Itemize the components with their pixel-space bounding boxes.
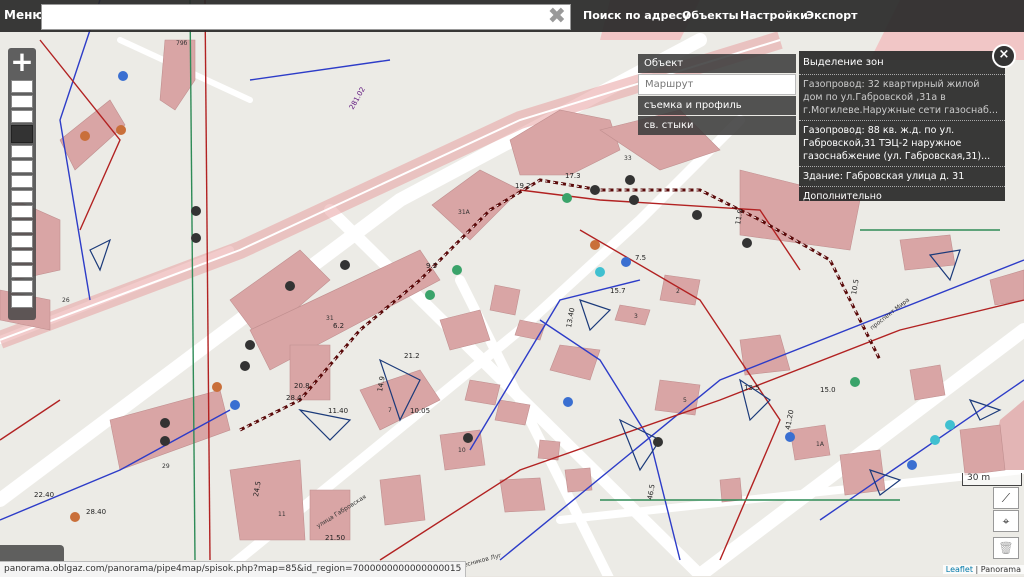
svg-text:15.0: 15.0 [820, 386, 836, 394]
info-more-link[interactable]: Дополнительно [799, 187, 1005, 206]
nav-settings[interactable]: Настройки [740, 9, 808, 22]
menu-button[interactable]: Меню [4, 8, 44, 22]
status-url: panorama.oblgaz.com/panorama/pipe4map/sp… [0, 561, 467, 577]
scale-bar: 30 m [962, 473, 1022, 486]
attribution-separator: | [973, 565, 981, 574]
zoom-level-step[interactable] [11, 250, 33, 263]
svg-text:6.2: 6.2 [333, 322, 344, 330]
location-pin-icon[interactable]: ⌖ [993, 510, 1019, 532]
layer-object[interactable]: Объект [638, 54, 796, 73]
layer-route[interactable]: Маршрут [638, 74, 796, 95]
zoom-in-icon[interactable]: + [8, 48, 36, 76]
zoom-level-step[interactable] [11, 110, 33, 123]
svg-text:31: 31 [326, 315, 334, 322]
layer-toggle-button[interactable] [0, 545, 64, 561]
nav-address-search[interactable]: Поиск по адресу [583, 9, 690, 22]
nav-export[interactable]: Экспорт [806, 9, 857, 22]
zoom-level-step[interactable] [11, 280, 33, 293]
nav-objects[interactable]: Объекты [682, 9, 739, 22]
svg-text:5: 5 [683, 397, 687, 404]
svg-text:19.2: 19.2 [515, 182, 531, 190]
clear-search-icon[interactable]: ✖ [548, 5, 566, 29]
svg-text:11: 11 [278, 511, 286, 518]
info-panel-title: Выделение зон [799, 51, 1005, 75]
svg-text:79б: 79б [176, 40, 188, 47]
svg-text:10.05: 10.05 [410, 407, 430, 415]
top-toolbar: Меню ✖ Поиск по адресу Объекты Настройки… [0, 0, 1024, 32]
svg-text:9.3: 9.3 [426, 262, 437, 270]
zoom-level-step[interactable] [11, 95, 33, 108]
svg-text:29: 29 [162, 463, 170, 470]
svg-text:22.40: 22.40 [34, 491, 54, 499]
svg-text:26: 26 [62, 297, 70, 304]
zoom-level-step[interactable] [11, 265, 33, 278]
svg-text:10: 10 [458, 447, 466, 454]
trash-icon[interactable]: 🗑 [993, 537, 1019, 559]
zoom-level-step[interactable] [11, 205, 33, 218]
info-item-gaspipe-1[interactable]: Газопровод: 32 квартирный жилой дом по у… [799, 75, 1005, 121]
info-panel: Выделение зон Газопровод: 32 квартирный … [799, 51, 1005, 202]
svg-text:1А: 1А [816, 441, 825, 448]
layer-survey-profile[interactable]: съемка и профиль [638, 96, 796, 115]
svg-text:33: 33 [624, 155, 632, 162]
svg-text:17.3: 17.3 [565, 172, 581, 180]
zoom-level-step[interactable] [11, 160, 33, 173]
svg-text:11.40: 11.40 [328, 407, 348, 415]
zoom-level-step[interactable] [11, 295, 33, 308]
layer-weld-joints[interactable]: св. стыки [638, 116, 796, 135]
info-item-building[interactable]: Здание: Габровская улица д. 31 [799, 167, 1005, 187]
zoom-level-step[interactable] [11, 80, 33, 93]
zoom-control: + [8, 48, 36, 320]
zoom-level-step[interactable] [11, 145, 33, 158]
close-icon[interactable]: × [992, 44, 1016, 68]
zoom-level-step[interactable] [11, 190, 33, 203]
search-box: ✖ [41, 4, 571, 30]
info-item-gaspipe-2[interactable]: Газопровод: 88 кв. ж.д. по ул. Габровско… [799, 121, 1005, 167]
zoom-level-step[interactable] [11, 235, 33, 248]
zoom-level-current[interactable] [11, 125, 33, 143]
zoom-level-step[interactable] [11, 220, 33, 233]
svg-text:3: 3 [634, 313, 638, 320]
layer-menu: Объект Маршрут съемка и профиль св. стык… [638, 54, 796, 136]
leaflet-link[interactable]: Leaflet [946, 565, 973, 574]
measure-ruler-icon[interactable]: ⟋ [993, 487, 1019, 509]
svg-text:2: 2 [676, 288, 680, 295]
attribution-source: Panorama [980, 565, 1021, 574]
svg-text:13.5: 13.5 [744, 384, 760, 392]
svg-text:15.7: 15.7 [610, 287, 626, 295]
attribution: Leaflet | Panorama [942, 565, 1024, 574]
svg-text:20.8: 20.8 [294, 382, 310, 390]
svg-text:21.2: 21.2 [404, 352, 420, 360]
zoom-level-step[interactable] [11, 175, 33, 188]
svg-text:28.40: 28.40 [86, 508, 106, 516]
svg-text:31А: 31А [458, 209, 471, 216]
svg-text:7.5: 7.5 [635, 254, 646, 262]
svg-text:21.50: 21.50 [325, 534, 345, 542]
svg-text:7: 7 [388, 407, 392, 414]
svg-text:28.4: 28.4 [286, 394, 302, 402]
search-input[interactable] [42, 5, 554, 27]
